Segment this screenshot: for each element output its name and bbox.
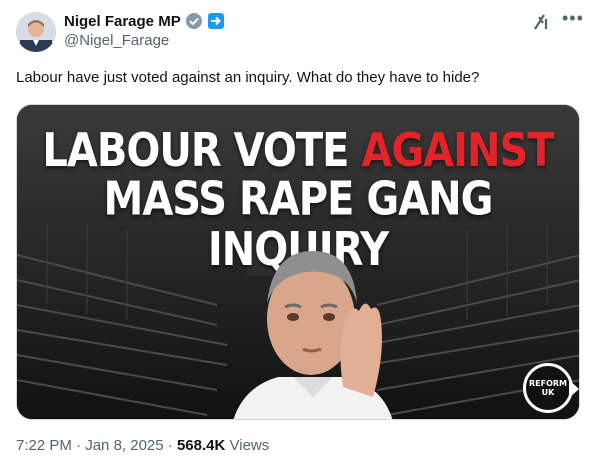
- verified-badge-icon[interactable]: [185, 12, 203, 30]
- politician-photo: [233, 251, 393, 419]
- headline-line-1: LABOUR VOTE AGAINST: [17, 126, 579, 177]
- affiliation-badge-icon[interactable]: [207, 12, 225, 30]
- tweet-time[interactable]: 7:22 PM: [16, 437, 72, 454]
- logo-text-uk: UK: [541, 388, 555, 397]
- logo-text-reform: REFORM: [528, 379, 567, 388]
- author-handle[interactable]: @Nigel_Farage: [64, 32, 169, 49]
- views-count[interactable]: 568.4K: [177, 437, 225, 454]
- reform-uk-logo: REFORM UK: [523, 363, 579, 413]
- tweet-text: Labour have just voted against an inquir…: [16, 69, 480, 86]
- avatar[interactable]: [16, 12, 56, 52]
- meta-separator: ·: [163, 437, 177, 454]
- tweet-date[interactable]: Jan 8, 2025: [85, 437, 163, 454]
- author-display-name[interactable]: Nigel Farage MP: [64, 13, 181, 30]
- views-label: Views: [225, 437, 270, 454]
- tweet-meta: 7:22 PM · Jan 8, 2025 · 568.4K Views: [16, 437, 269, 454]
- headline-line-1-white: LABOUR VOTE: [42, 124, 362, 178]
- avatar-image: [16, 12, 56, 52]
- logo-arrow-icon: [569, 380, 579, 398]
- grok-icon[interactable]: [532, 12, 552, 32]
- meta-separator: ·: [71, 437, 86, 454]
- tweet-media-image[interactable]: LABOUR VOTE AGAINST MASS RAPE GANG INQUI…: [16, 104, 580, 420]
- author-name-row[interactable]: Nigel Farage MP: [64, 12, 225, 30]
- more-options-icon[interactable]: •••: [562, 8, 584, 29]
- headline-line-1-red: AGAINST: [361, 124, 554, 178]
